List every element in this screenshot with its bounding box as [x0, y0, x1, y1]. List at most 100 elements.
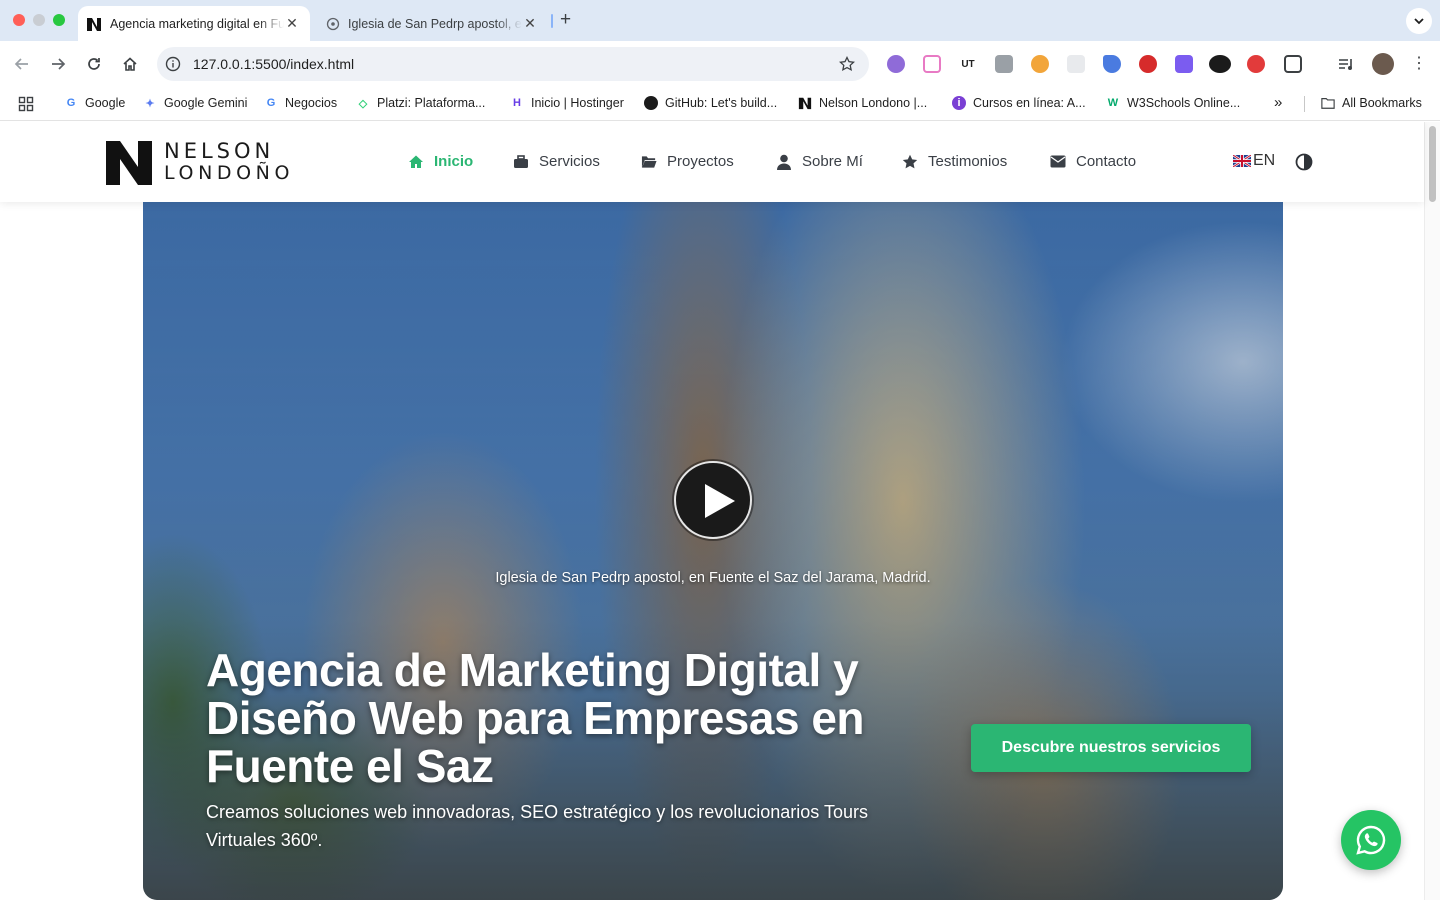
bookmark-github[interactable]: GitHub: Let's build... — [644, 96, 777, 110]
bookmark-cursos[interactable]: i Cursos en línea: A... — [952, 96, 1086, 110]
extension-icon[interactable] — [1139, 55, 1157, 73]
star-icon — [902, 154, 918, 170]
briefcase-icon — [513, 154, 529, 170]
home-outline-icon — [123, 57, 137, 71]
site-info-icon[interactable] — [165, 56, 181, 72]
bookmark-star-icon[interactable] — [838, 55, 856, 72]
window-maximize-button[interactable] — [53, 14, 65, 26]
envelope-icon — [1050, 154, 1066, 170]
site-header: NELSON LONDOÑO Inicio Servicios Proyecto… — [0, 122, 1424, 202]
nav-contacto[interactable]: Contacto — [1050, 153, 1136, 170]
avatar[interactable] — [1372, 53, 1394, 75]
nav-inicio[interactable]: Inicio — [408, 153, 473, 170]
bookmark-label: Negocios — [285, 96, 338, 110]
language-switch[interactable]: EN — [1233, 152, 1275, 170]
nelson-logo-icon — [86, 16, 102, 32]
bookmark-gemini[interactable]: ✦ Google Gemini — [143, 96, 247, 110]
tab-title: Agencia marketing digital en Fuente el S… — [110, 16, 284, 31]
nav-servicios[interactable]: Servicios — [513, 153, 600, 170]
bookmark-label: Nelson Londono |... — [819, 96, 928, 110]
folder-icon — [641, 154, 657, 170]
bookmark-label: Google — [85, 96, 126, 110]
whatsapp-button[interactable] — [1341, 810, 1401, 870]
scrollbar-thumb[interactable] — [1429, 126, 1436, 202]
whatsapp-icon — [1356, 825, 1386, 855]
hostinger-icon: H — [513, 97, 521, 109]
extension-icon[interactable] — [1247, 55, 1265, 73]
theme-toggle-icon[interactable] — [1295, 153, 1313, 171]
window-close-button[interactable] — [13, 14, 25, 26]
nav-testimonios[interactable]: Testimonios — [902, 153, 1007, 170]
browser-tab-active[interactable]: Agencia marketing digital en Fuente el S… — [78, 6, 310, 41]
bookmark-w3schools[interactable]: W W3Schools Online... — [1106, 96, 1240, 110]
all-bookmarks-label: All Bookmarks — [1342, 96, 1422, 110]
page-scrollbar[interactable] — [1424, 122, 1440, 900]
puzzle-icon[interactable] — [1284, 55, 1302, 73]
all-bookmarks-button[interactable]: All Bookmarks — [1321, 96, 1422, 110]
extension-icon[interactable] — [887, 55, 905, 73]
address-bar[interactable]: 127.0.0.1:5500/index.html — [157, 47, 869, 81]
language-label: EN — [1253, 152, 1276, 169]
nav-sobre-mi[interactable]: Sobre Mí — [776, 153, 863, 170]
extension-icon[interactable] — [1209, 55, 1231, 73]
tab-close-icon[interactable]: ✕ — [284, 15, 300, 32]
arrow-left-icon — [14, 58, 28, 70]
video-caption: Iglesia de San Pedrp apostol, en Fuente … — [495, 570, 931, 586]
url-text: 127.0.0.1:5500/index.html — [193, 56, 355, 72]
bookmark-negocios[interactable]: G Negocios — [264, 96, 337, 110]
discover-services-button[interactable]: Descubre nuestros servicios — [971, 724, 1251, 772]
extension-icon[interactable] — [1103, 55, 1121, 73]
browser-tab[interactable]: Iglesia de San Pedrp apostol, en Fuente … — [318, 6, 548, 41]
hero-title: Agencia de Marketing Digital y Diseño We… — [206, 644, 865, 792]
browser-toolbar: 127.0.0.1:5500/index.html UT ⋮ — [0, 41, 1440, 87]
gemini-icon: ✦ — [145, 97, 155, 110]
tab-search-button[interactable] — [1406, 8, 1432, 34]
back-button[interactable] — [10, 52, 34, 76]
home-icon — [408, 154, 424, 170]
nav-proyectos[interactable]: Proyectos — [641, 153, 734, 170]
bookmarks-overflow-button[interactable]: » — [1274, 94, 1282, 111]
site-logo-mark[interactable] — [104, 137, 154, 187]
extension-icon[interactable] — [1175, 55, 1193, 73]
extension-icon[interactable] — [1067, 55, 1085, 73]
forward-button[interactable] — [46, 52, 70, 76]
bookmark-google[interactable]: G Google — [64, 96, 126, 110]
extension-icon[interactable]: UT — [959, 55, 977, 73]
window-minimize-button[interactable] — [33, 14, 45, 26]
nav-label: Inicio — [434, 153, 474, 170]
extension-icon[interactable] — [1031, 55, 1049, 73]
extension-icon[interactable] — [923, 55, 941, 73]
extension-icon[interactable] — [995, 55, 1013, 73]
bookmark-hostinger[interactable]: H Inicio | Hostinger — [510, 96, 624, 110]
courses-icon: i — [952, 96, 966, 110]
google-icon: G — [266, 97, 276, 109]
github-icon — [644, 96, 658, 110]
home-button[interactable] — [118, 52, 142, 76]
tab-close-icon[interactable]: ✕ — [522, 15, 538, 32]
media-controls-icon[interactable] — [1337, 55, 1355, 73]
nav-label: Contacto — [1076, 153, 1137, 170]
bookmark-label: Inicio | Hostinger — [531, 96, 624, 110]
bookmark-label: GitHub: Let's build... — [665, 96, 778, 110]
apps-grid-icon[interactable] — [18, 96, 34, 112]
menu-kebab-icon[interactable]: ⋮ — [1410, 55, 1428, 73]
new-tab-button[interactable]: + — [560, 9, 571, 31]
browser-tab-bar: Agencia marketing digital en Fuente el S… — [0, 0, 1440, 41]
arrow-right-icon — [52, 58, 66, 70]
bookmark-label: Cursos en línea: A... — [973, 96, 1086, 110]
nav-label: Testimonios — [928, 153, 1008, 170]
reload-button[interactable] — [82, 52, 106, 76]
bookmark-nelson[interactable]: Nelson Londono |... — [798, 96, 927, 110]
w3schools-icon: W — [1107, 97, 1119, 109]
video-play-button[interactable] — [674, 461, 752, 539]
uk-flag-icon — [1233, 155, 1251, 167]
hero-subtitle: Creamos soluciones web innovadoras, SEO … — [206, 802, 868, 850]
web-page: NELSON LONDOÑO Inicio Servicios Proyecto… — [0, 122, 1440, 900]
folder-outline-icon — [1321, 96, 1335, 110]
nav-label: Sobre Mí — [802, 153, 863, 170]
google-icon: G — [66, 97, 76, 109]
bookmark-platzi[interactable]: ◇ Platzi: Plataforma... — [356, 96, 486, 110]
bookmarks-bar: G Google ✦ Google Gemini G Negocios ◇ Pl… — [0, 87, 1440, 121]
site-logo-text[interactable]: NELSON LONDOÑO — [164, 140, 294, 184]
nav-label: Servicios — [539, 153, 600, 170]
